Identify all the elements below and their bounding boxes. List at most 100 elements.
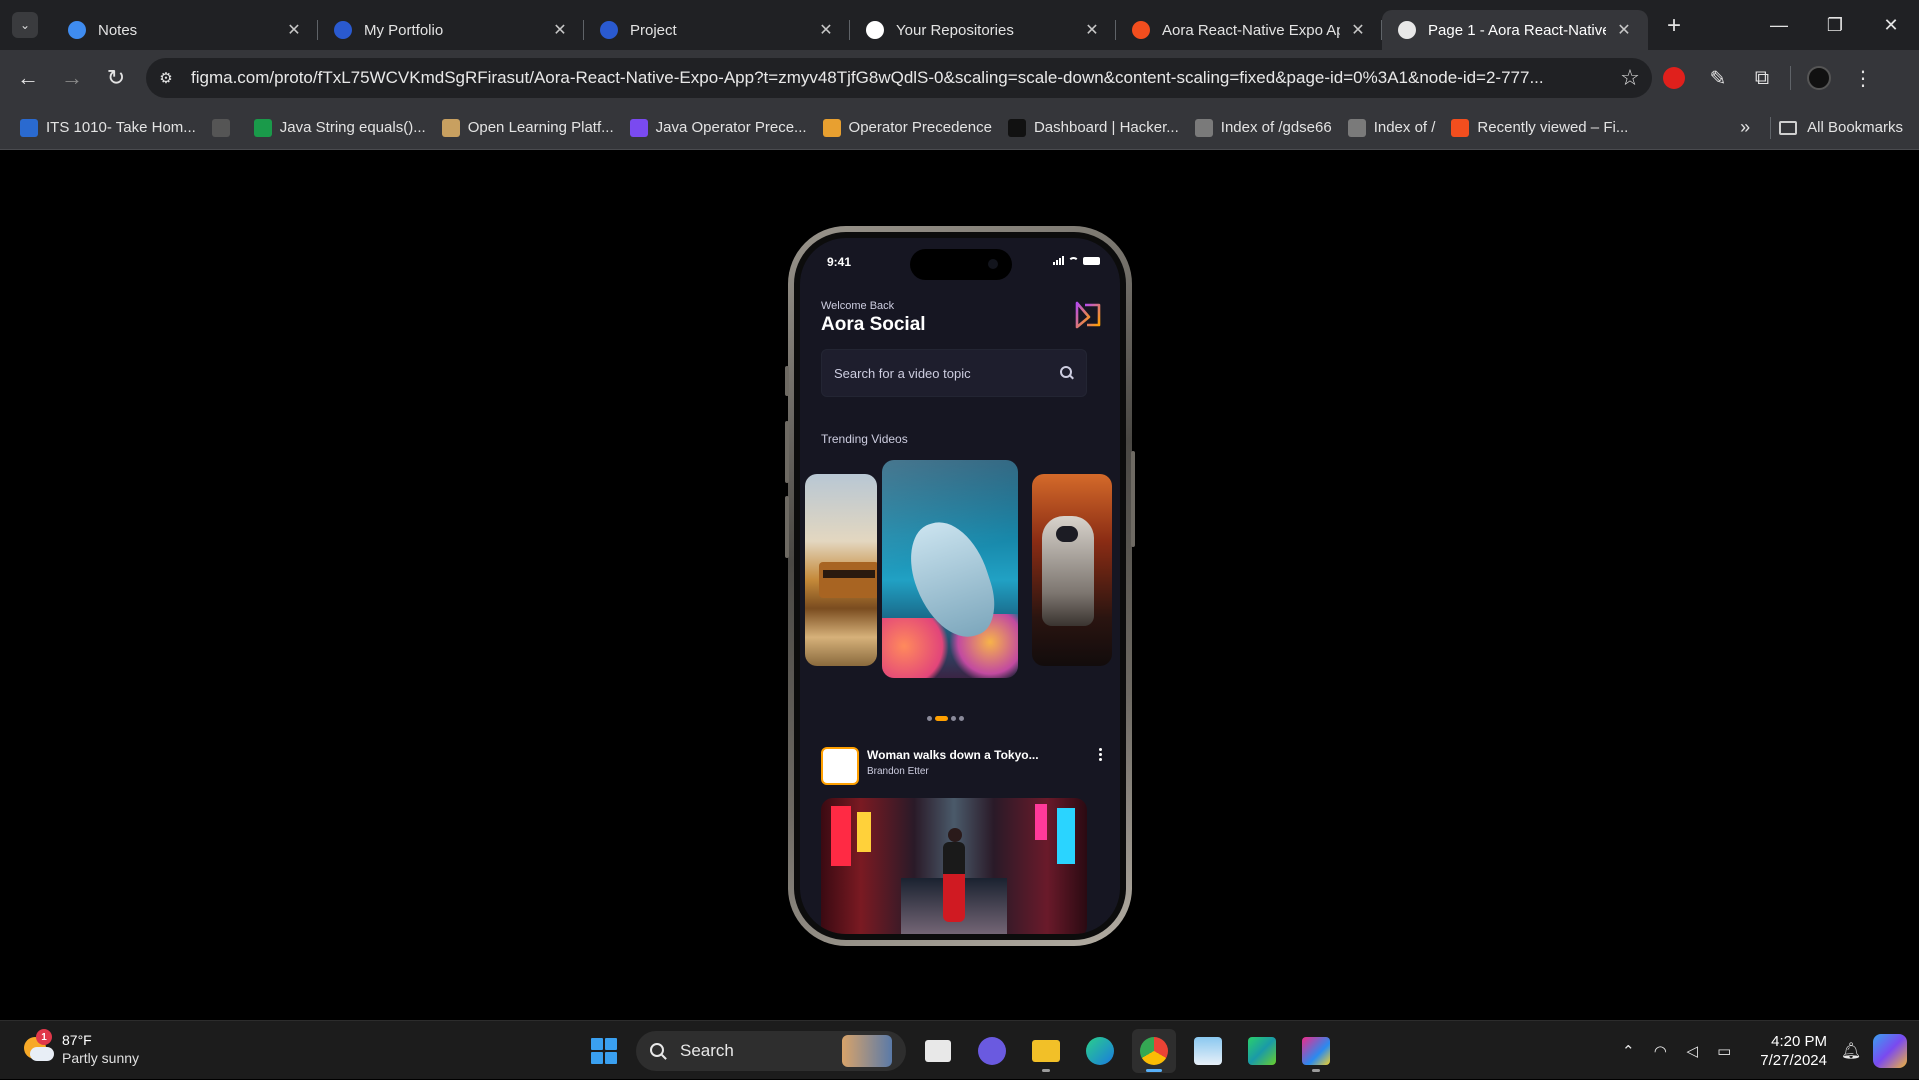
tab-search-button[interactable]: ⌄ — [12, 12, 38, 38]
trending-card-astronaut[interactable] — [1032, 474, 1112, 666]
rd-icon — [334, 21, 352, 39]
phone-volume-up — [785, 421, 789, 483]
eyedropper-icon: ✎ — [1709, 67, 1727, 90]
photos-icon — [1194, 1037, 1222, 1065]
reload-button[interactable]: ↻ — [94, 56, 138, 100]
trending-card-train[interactable] — [805, 474, 877, 666]
close-icon[interactable]: ✕ — [1348, 20, 1368, 40]
all-bookmarks-button[interactable]: All Bookmarks — [1779, 119, 1903, 136]
carousel-dot[interactable] — [951, 716, 956, 721]
browser-tab[interactable]: Notes ✕ — [52, 10, 318, 50]
close-icon[interactable]: ✕ — [816, 20, 836, 40]
phone-bezel: 9:41 Welcome Back Aora Social Search for… — [794, 232, 1126, 940]
train-image — [819, 562, 877, 598]
trending-card-dolphin[interactable] — [882, 460, 1018, 678]
address-bar[interactable]: ⚙ figma.com/proto/fTxL75WCVKmdSgRFirasut… — [146, 58, 1652, 98]
forward-button[interactable]: → — [50, 56, 94, 100]
browser-tab[interactable]: Aora React-Native Expo App ✕ — [1116, 10, 1382, 50]
tune-icon: ⚙ — [159, 70, 173, 87]
close-icon: ✕ — [1883, 14, 1899, 35]
github-icon — [866, 21, 884, 39]
browser-tab[interactable]: Your Repositories ✕ — [850, 10, 1116, 50]
battery-icon: ▭ — [1717, 1042, 1732, 1060]
profile-button[interactable] — [1797, 56, 1841, 100]
new-tab-button[interactable]: + — [1658, 10, 1690, 42]
show-hidden-icons-button[interactable]: ⌃ — [1614, 1037, 1642, 1065]
bookmark-item[interactable]: Java Operator Prece... — [622, 112, 815, 144]
copilot-icon[interactable] — [1873, 1033, 1907, 1068]
site-info-button[interactable]: ⚙ — [149, 61, 183, 95]
browser-tab[interactable]: Project ✕ — [584, 10, 850, 50]
start-button[interactable] — [582, 1029, 626, 1073]
bookmark-item[interactable]: Operator Precedence — [815, 112, 1000, 144]
extensions-button[interactable]: ⧉ — [1740, 56, 1784, 100]
bookmark-item[interactable]: ITS 1010- Take Hom... — [12, 112, 204, 144]
windows-taskbar: 1 87°F Partly sunny Search ⌃ ◠ ◁ ▭ 4:20 … — [0, 1020, 1919, 1079]
taskbar-search[interactable]: Search — [636, 1031, 906, 1071]
back-button[interactable]: ← — [6, 56, 50, 100]
carousel-dot[interactable] — [959, 716, 964, 721]
tab-title: Page 1 - Aora React-Native Expo App — [1428, 21, 1606, 39]
bookmarks-overflow-button[interactable]: » — [1728, 117, 1762, 138]
arrow-right-icon: → — [61, 65, 83, 90]
restore-button[interactable]: ❐ — [1807, 0, 1863, 50]
clock[interactable]: 4:20 PM 7/27/2024 — [1760, 1032, 1827, 1070]
bookmark-item[interactable]: Index of / — [1340, 112, 1444, 144]
close-icon[interactable]: ✕ — [1082, 20, 1102, 40]
search-input[interactable]: Search for a video topic — [821, 349, 1087, 397]
url-text[interactable]: figma.com/proto/fTxL75WCVKmdSgRFirasut/A… — [191, 68, 1612, 88]
globe-icon — [1194, 118, 1213, 137]
restore-icon: ❐ — [1826, 14, 1844, 35]
teams-button[interactable] — [970, 1029, 1014, 1073]
close-window-button[interactable]: ✕ — [1863, 0, 1919, 50]
close-icon[interactable]: ✕ — [550, 20, 570, 40]
more-vertical-icon: ⋮ — [1853, 67, 1873, 90]
app-screen: 9:41 Welcome Back Aora Social Search for… — [800, 238, 1120, 934]
extension-adblock-button[interactable] — [1652, 56, 1696, 100]
browser-menu-button[interactable]: ⋮ — [1841, 56, 1885, 100]
signal-icon — [1053, 256, 1064, 265]
browser-tab[interactable]: My Portfolio ✕ — [318, 10, 584, 50]
browser-tab[interactable]: Page 1 - Aora React-Native Expo App ✕ — [1382, 10, 1648, 50]
bookmark-item[interactable] — [204, 112, 246, 144]
bookmark-item[interactable]: Open Learning Platf... — [434, 112, 622, 144]
bookmark-label: Index of / — [1373, 119, 1436, 136]
extension-colorpicker-button[interactable]: ✎ — [1696, 56, 1740, 100]
browser-toolbar: ← → ↻ ⚙ figma.com/proto/fTxL75WCVKmdSgRF… — [0, 50, 1919, 106]
notifications-button[interactable]: 🔔︎ — [1837, 1037, 1865, 1065]
all-bookmarks-label: All Bookmarks — [1807, 119, 1903, 136]
bookmark-label: Index of /gdse66 — [1220, 119, 1332, 136]
phone-action-button — [785, 366, 789, 396]
edge-button[interactable] — [1078, 1029, 1122, 1073]
avatar — [1807, 66, 1831, 90]
bookmark-item[interactable]: Recently viewed – Fi... — [1443, 112, 1636, 144]
video-thumbnail[interactable] — [821, 798, 1087, 934]
chrome-button[interactable] — [1132, 1029, 1176, 1073]
carousel-dot[interactable] — [927, 716, 932, 721]
bookmark-item[interactable]: Dashboard | Hacker... — [1000, 112, 1187, 144]
photos-button[interactable] — [1186, 1029, 1230, 1073]
teams-icon — [978, 1037, 1006, 1065]
close-icon[interactable]: ✕ — [1614, 20, 1634, 40]
jetbrains-button[interactable] — [1294, 1029, 1338, 1073]
more-vertical-icon[interactable] — [1099, 748, 1102, 761]
minimize-button[interactable]: — — [1751, 0, 1807, 50]
volume-button[interactable]: ◁ — [1678, 1037, 1706, 1065]
video-author: Brandon Etter — [867, 766, 929, 777]
close-icon[interactable]: ✕ — [284, 20, 304, 40]
task-view-button[interactable] — [916, 1029, 960, 1073]
file-explorer-button[interactable] — [1024, 1029, 1068, 1073]
widgets-app-button[interactable] — [1240, 1029, 1284, 1073]
operator-icon — [629, 118, 648, 137]
bookmark-star-button[interactable]: ☆ — [1612, 60, 1648, 96]
github-icon — [211, 118, 230, 137]
weather-widget[interactable]: 1 87°F Partly sunny — [22, 1029, 139, 1067]
speaker-icon: ◁ — [1686, 1042, 1699, 1060]
bookmark-item[interactable]: Index of /gdse66 — [1187, 112, 1340, 144]
carousel-dot[interactable] — [935, 716, 948, 721]
battery-button[interactable]: ▭ — [1710, 1037, 1738, 1065]
search-icon[interactable] — [1060, 366, 1074, 380]
wifi-button[interactable]: ◠ — [1646, 1037, 1674, 1065]
bookmark-item[interactable]: Java String equals()... — [246, 112, 434, 144]
edge-icon — [1086, 1037, 1114, 1065]
